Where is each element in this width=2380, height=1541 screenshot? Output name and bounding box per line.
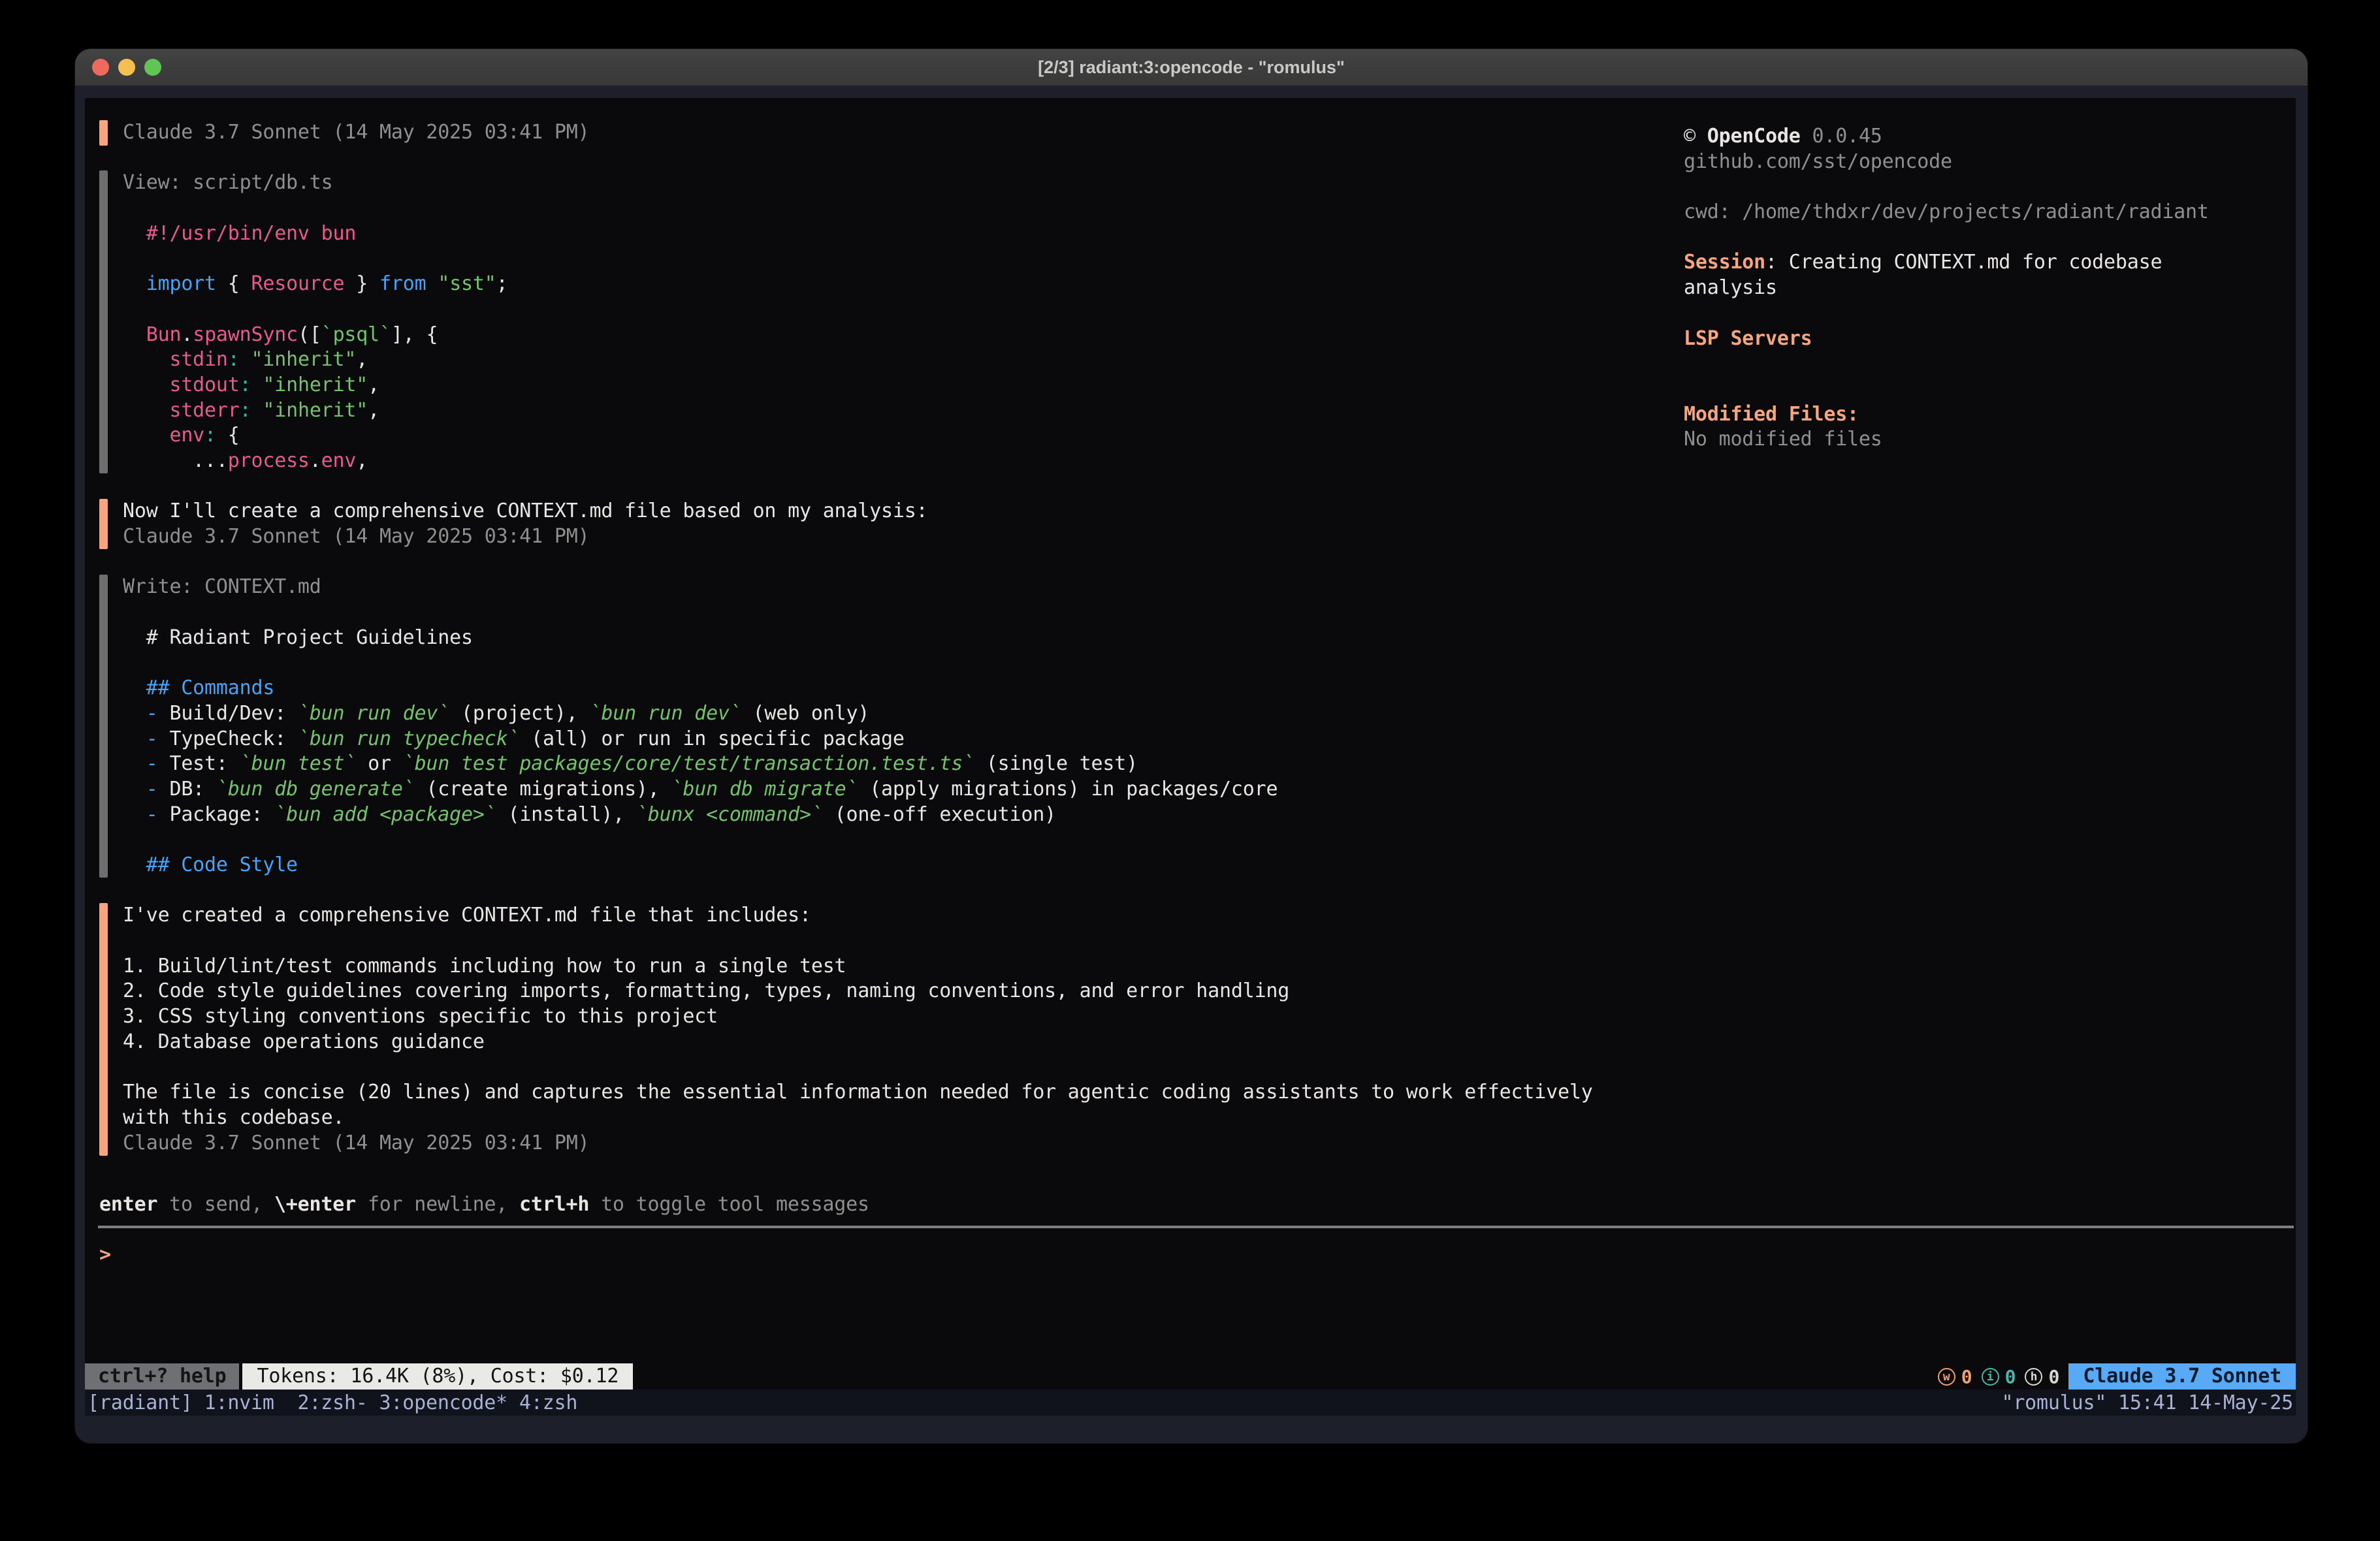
close-button-icon[interactable]: [92, 59, 109, 76]
sidebar-line: Session: Creating CONTEXT.md for codebas…: [1684, 250, 2209, 276]
session-sidebar: © OpenCode 0.0.45 github.com/sst/opencod…: [1684, 124, 2209, 453]
terminal-line: stdout: "inherit",: [123, 373, 1593, 398]
minimize-button-icon[interactable]: [118, 59, 135, 76]
terminal-line: env: {: [123, 423, 1593, 449]
assistant-message-bar: [99, 903, 108, 1156]
tool-write-bar: [99, 575, 108, 878]
terminal-line: - TypeCheck: `bun run typecheck` (all) o…: [123, 727, 1593, 752]
assistant-message-bar: [99, 120, 108, 146]
terminal-line: The file is concise (20 lines) and captu…: [123, 1080, 1593, 1105]
sidebar-line: [1684, 377, 2209, 402]
terminal-line: 2. Code style guidelines covering import…: [123, 979, 1593, 1004]
terminal-line: 1. Build/lint/test commands including ho…: [123, 954, 1593, 979]
info-count: 0: [2005, 1366, 2016, 1388]
hint-diagnostics: h 0: [2025, 1366, 2059, 1388]
terminal-line: [123, 827, 1593, 853]
warning-count: 0: [1961, 1366, 1972, 1388]
model-chip[interactable]: Claude 3.7 Sonnet: [2068, 1363, 2296, 1390]
terminal-line: import { Resource } from "sst";: [123, 272, 1593, 297]
terminal-line: Claude 3.7 Sonnet (14 May 2025 03:41 PM): [123, 1131, 1593, 1156]
opencode-tui: Claude 3.7 Sonnet (14 May 2025 03:41 PM)…: [85, 98, 2296, 1390]
tmux-window-list[interactable]: [radiant] 1:nvim 2:zsh- 3:opencode* 4:zs…: [88, 1391, 577, 1414]
maximize-button-icon[interactable]: [144, 59, 161, 76]
terminal-line: [123, 929, 1593, 954]
tmux-session-clock: "romulus" 15:41 14-May-25: [2001, 1391, 2293, 1414]
sidebar-line: LSP Servers: [1684, 326, 2209, 352]
terminal-line: - Package: `bun add <package>` (install)…: [123, 802, 1593, 828]
hint-icon: h: [2025, 1368, 2042, 1386]
sidebar-line: [1684, 174, 2209, 200]
sidebar-line: [1684, 225, 2209, 251]
terminal-line: [123, 297, 1593, 323]
terminal-line: #!/usr/bin/env bun: [123, 221, 1593, 247]
terminal-content: Claude 3.7 Sonnet (14 May 2025 03:41 PM)…: [75, 86, 2308, 1443]
terminal-line: 3. CSS styling conventions specific to t…: [123, 1004, 1593, 1030]
warning-icon: w: [1938, 1368, 1955, 1386]
terminal-line: [123, 1055, 1593, 1080]
sidebar-line: No modified files: [1684, 427, 2209, 453]
terminal-line: stdin: "inherit",: [123, 347, 1593, 373]
info-diagnostics: i 0: [1982, 1366, 2016, 1388]
window-titlebar[interactable]: [2/3] radiant:3:opencode - "romulus": [75, 49, 2308, 86]
tmux-status-bar: [radiant] 1:nvim 2:zsh- 3:opencode* 4:zs…: [85, 1390, 2296, 1416]
sidebar-line: [1684, 351, 2209, 377]
terminal-line: Bun.spawnSync([`psql`], {: [123, 323, 1593, 348]
terminal-line: 4. Database operations guidance: [123, 1030, 1593, 1055]
keybinding-hint: enter to send, \+enter for newline, ctrl…: [99, 1192, 869, 1218]
terminal-line: [123, 196, 1593, 221]
terminal-line: [123, 146, 1593, 171]
terminal-line: Now I'll create a comprehensive CONTEXT.…: [123, 499, 1593, 524]
terminal-line: # Radiant Project Guidelines: [123, 626, 1593, 651]
prompt-input[interactable]: >: [99, 1242, 111, 1267]
terminal-line: Claude 3.7 Sonnet (14 May 2025 03:41 PM): [123, 120, 1593, 146]
status-bar: ctrl+? help Tokens: 16.4K (8%), Cost: $0…: [85, 1363, 2296, 1390]
warning-diagnostics: w 0: [1938, 1366, 1972, 1388]
tokens-cost-chip: Tokens: 16.4K (8%), Cost: $0.12: [242, 1363, 633, 1390]
terminal-line: [123, 600, 1593, 626]
sidebar-line: Modified Files:: [1684, 402, 2209, 428]
sidebar-line: github.com/sst/opencode: [1684, 150, 2209, 175]
terminal-line: [123, 550, 1593, 575]
sidebar-line: [1684, 301, 2209, 326]
terminal-line: - Test: `bun test` or `bun test packages…: [123, 752, 1593, 777]
terminal-line: stderr: "inherit",: [123, 398, 1593, 424]
terminal-line: - Build/Dev: `bun run dev` (project), `b…: [123, 701, 1593, 727]
terminal-line: I've created a comprehensive CONTEXT.md …: [123, 903, 1593, 929]
terminal-window: [2/3] radiant:3:opencode - "romulus" Cla…: [75, 49, 2308, 1443]
sidebar-line: © OpenCode 0.0.45: [1684, 124, 2209, 150]
terminal-line: ...process.env,: [123, 449, 1593, 474]
terminal-line: [123, 246, 1593, 272]
terminal-line: ## Commands: [123, 676, 1593, 701]
window-title: [2/3] radiant:3:opencode - "romulus": [1038, 57, 1345, 78]
terminal-line: with this codebase.: [123, 1105, 1593, 1131]
info-icon: i: [1982, 1368, 1999, 1386]
terminal-line: [123, 878, 1593, 904]
terminal-line: Claude 3.7 Sonnet (14 May 2025 03:41 PM): [123, 524, 1593, 550]
conversation-transcript: Claude 3.7 Sonnet (14 May 2025 03:41 PM)…: [123, 120, 1593, 1156]
terminal-line: Write: CONTEXT.md: [123, 575, 1593, 600]
terminal-line: ## Code Style: [123, 853, 1593, 878]
input-separator: [98, 1226, 2294, 1228]
help-chip[interactable]: ctrl+? help: [85, 1363, 239, 1390]
tool-view-bar: [99, 170, 108, 473]
hint-count: 0: [2048, 1366, 2059, 1388]
terminal-line: [123, 474, 1593, 500]
sidebar-line: cwd: /home/thdxr/dev/projects/radiant/ra…: [1684, 200, 2209, 225]
terminal-line: View: script/db.ts: [123, 170, 1593, 196]
terminal-line: - DB: `bun db generate` (create migratio…: [123, 777, 1593, 802]
sidebar-line: analysis: [1684, 276, 2209, 301]
assistant-message-bar: [99, 499, 108, 549]
terminal-line: [123, 650, 1593, 676]
